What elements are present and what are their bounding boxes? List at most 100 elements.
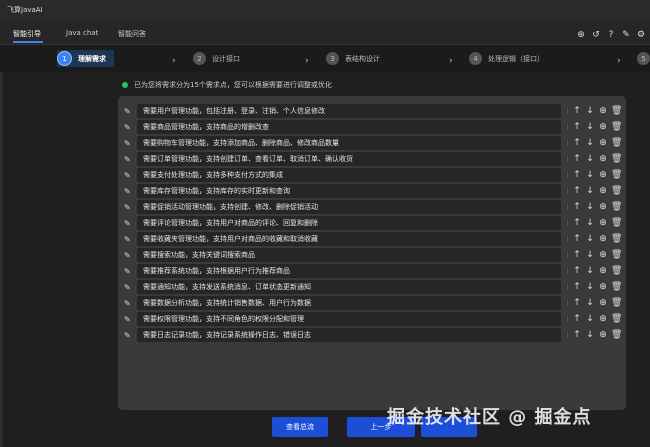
- move-up-icon[interactable]: ↑: [572, 154, 582, 164]
- tab-smart-qa[interactable]: 智能问答: [118, 29, 146, 39]
- move-down-icon[interactable]: ↓: [585, 154, 595, 164]
- move-down-icon[interactable]: ↓: [585, 250, 595, 260]
- add-icon[interactable]: ⊕: [598, 282, 608, 292]
- delete-icon[interactable]: 🗑: [611, 314, 622, 324]
- drag-handle-icon[interactable]: ⋮: [564, 138, 571, 148]
- add-icon[interactable]: ⊕: [598, 154, 608, 164]
- step-3[interactable]: 3 表结构设计: [326, 50, 380, 67]
- move-down-icon[interactable]: ↓: [585, 330, 595, 340]
- move-down-icon[interactable]: ↓: [585, 202, 595, 212]
- add-icon[interactable]: ⊕: [598, 202, 608, 212]
- add-icon[interactable]: ⊕: [598, 186, 608, 196]
- drag-handle-icon[interactable]: ⋮: [564, 106, 571, 116]
- move-down-icon[interactable]: ↓: [585, 234, 595, 244]
- requirement-text[interactable]: 需要用户管理功能，包括注册、登录、注销、个人信息修改: [137, 104, 561, 118]
- delete-icon[interactable]: 🗑: [611, 138, 622, 148]
- step-2[interactable]: 2 设计接口: [193, 50, 240, 67]
- move-up-icon[interactable]: ↑: [572, 186, 582, 196]
- requirement-text[interactable]: 需要购物车管理功能，支持添加商品、删除商品、修改商品数量: [137, 136, 561, 150]
- requirement-text[interactable]: 需要评论管理功能，支持用户对商品的评论、回复和删除: [137, 216, 561, 230]
- drag-handle-icon[interactable]: ⋮: [564, 186, 571, 196]
- add-icon[interactable]: ⊕: [598, 298, 608, 308]
- step-4[interactable]: 4 处理逻辑（接口）: [469, 50, 544, 67]
- delete-icon[interactable]: 🗑: [611, 330, 622, 340]
- move-up-icon[interactable]: ↑: [572, 250, 582, 260]
- drag-handle-icon[interactable]: ⋮: [564, 330, 571, 340]
- edit-icon[interactable]: ✎: [124, 219, 133, 228]
- drag-handle-icon[interactable]: ⋮: [564, 234, 571, 244]
- edit-icon[interactable]: ✎: [124, 235, 133, 244]
- edit-icon[interactable]: ✎: [124, 187, 133, 196]
- add-icon[interactable]: ⊕: [598, 266, 608, 276]
- requirement-text[interactable]: 需要数据分析功能，支持统计销售数据、用户行为数据: [137, 296, 561, 310]
- delete-icon[interactable]: 🗑: [611, 282, 622, 292]
- step-5[interactable]: 5: [637, 50, 650, 67]
- move-up-icon[interactable]: ↑: [572, 234, 582, 244]
- requirement-text[interactable]: 需要收藏夹管理功能，支持用户对商品的收藏和取消收藏: [137, 232, 561, 246]
- add-icon[interactable]: ⊕: [598, 330, 608, 340]
- add-icon[interactable]: ⊕: [598, 170, 608, 180]
- delete-icon[interactable]: 🗑: [611, 250, 622, 260]
- delete-icon[interactable]: 🗑: [611, 218, 622, 228]
- delete-icon[interactable]: 🗑: [611, 122, 622, 132]
- delete-icon[interactable]: 🗑: [611, 298, 622, 308]
- requirement-text[interactable]: 需要商品管理功能，支持商品的增删改查: [137, 120, 561, 134]
- move-up-icon[interactable]: ↑: [572, 170, 582, 180]
- edit-icon[interactable]: ✎: [124, 267, 133, 276]
- delete-icon[interactable]: 🗑: [611, 170, 622, 180]
- requirement-text[interactable]: 需要搜索功能，支持关键词搜索商品: [137, 248, 561, 262]
- move-up-icon[interactable]: ↑: [572, 330, 582, 340]
- help-icon[interactable]: ?: [606, 30, 616, 40]
- settings-icon[interactable]: ⚙: [636, 30, 646, 40]
- requirement-text[interactable]: 需要通知功能，支持发送系统消息、订单状态更新通知: [137, 280, 561, 294]
- move-up-icon[interactable]: ↑: [572, 122, 582, 132]
- move-up-icon[interactable]: ↑: [572, 314, 582, 324]
- requirement-text[interactable]: 需要权限管理功能，支持不同角色的权限分配和管理: [137, 312, 561, 326]
- move-up-icon[interactable]: ↑: [572, 106, 582, 116]
- view-flow-button[interactable]: 查看总流: [272, 417, 328, 437]
- move-up-icon[interactable]: ↑: [572, 218, 582, 228]
- edit-icon[interactable]: ✎: [124, 315, 133, 324]
- move-down-icon[interactable]: ↓: [585, 314, 595, 324]
- add-icon[interactable]: ⊕: [598, 138, 608, 148]
- edit-icon[interactable]: ✎: [124, 123, 133, 132]
- move-down-icon[interactable]: ↓: [585, 122, 595, 132]
- move-down-icon[interactable]: ↓: [585, 186, 595, 196]
- step-1[interactable]: 1 理解需求: [57, 50, 114, 67]
- add-icon[interactable]: ⊕: [598, 234, 608, 244]
- delete-icon[interactable]: 🗑: [611, 202, 622, 212]
- add-icon[interactable]: ⊕: [576, 30, 586, 40]
- move-down-icon[interactable]: ↓: [585, 266, 595, 276]
- requirement-text[interactable]: 需要订单管理功能，支持创建订单、查看订单、取消订单、确认收货: [137, 152, 561, 166]
- move-up-icon[interactable]: ↑: [572, 138, 582, 148]
- add-icon[interactable]: ⊕: [598, 250, 608, 260]
- tab-java-chat[interactable]: Java chat: [66, 29, 98, 37]
- move-up-icon[interactable]: ↑: [572, 266, 582, 276]
- drag-handle-icon[interactable]: ⋮: [564, 202, 571, 212]
- move-up-icon[interactable]: ↑: [572, 282, 582, 292]
- drag-handle-icon[interactable]: ⋮: [564, 314, 571, 324]
- edit-icon[interactable]: ✎: [124, 107, 133, 116]
- edit-icon[interactable]: ✎: [124, 139, 133, 148]
- add-icon[interactable]: ⊕: [598, 122, 608, 132]
- drag-handle-icon[interactable]: ⋮: [564, 170, 571, 180]
- requirement-text[interactable]: 需要促销活动管理功能，支持创建、修改、删除促销活动: [137, 200, 561, 214]
- edit-icon[interactable]: ✎: [124, 171, 133, 180]
- edit-icon[interactable]: ✎: [124, 203, 133, 212]
- requirement-text[interactable]: 需要支付处理功能，支持多种支付方式的集成: [137, 168, 561, 182]
- move-up-icon[interactable]: ↑: [572, 298, 582, 308]
- drag-handle-icon[interactable]: ⋮: [564, 250, 571, 260]
- history-icon[interactable]: ↺: [591, 30, 601, 40]
- edit-icon[interactable]: ✎: [124, 155, 133, 164]
- drag-handle-icon[interactable]: ⋮: [564, 298, 571, 308]
- drag-handle-icon[interactable]: ⋮: [564, 218, 571, 228]
- add-icon[interactable]: ⊕: [598, 314, 608, 324]
- edit-icon[interactable]: ✎: [124, 299, 133, 308]
- delete-icon[interactable]: 🗑: [611, 234, 622, 244]
- move-down-icon[interactable]: ↓: [585, 282, 595, 292]
- requirement-text[interactable]: 需要推荐系统功能，支持根据用户行为推荐商品: [137, 264, 561, 278]
- requirement-text[interactable]: 需要日志记录功能，支持记录系统操作日志、错误日志: [137, 328, 561, 342]
- move-down-icon[interactable]: ↓: [585, 106, 595, 116]
- drag-handle-icon[interactable]: ⋮: [564, 266, 571, 276]
- delete-icon[interactable]: 🗑: [611, 154, 622, 164]
